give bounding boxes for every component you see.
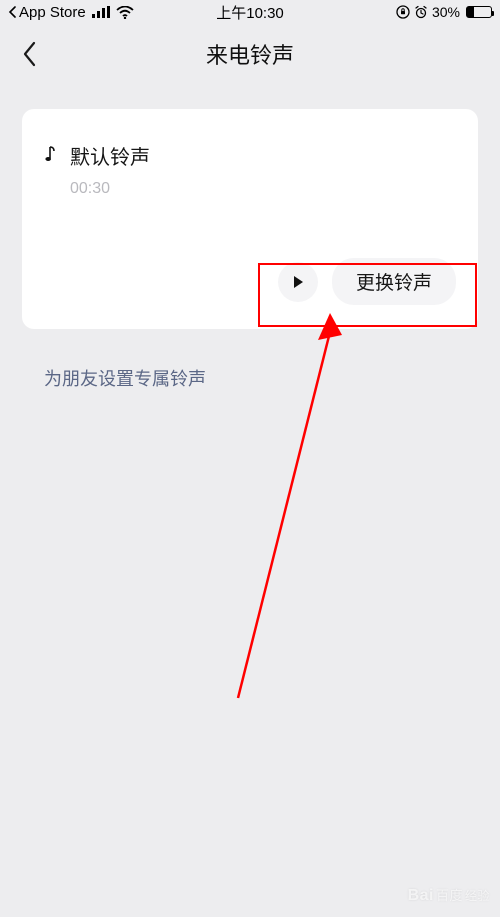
set-friend-ringtone-link[interactable]: 为朋友设置专属铃声 (44, 369, 206, 389)
status-left: App Store (8, 4, 134, 21)
wifi-icon (116, 6, 134, 19)
previous-app-pill[interactable]: App Store (8, 4, 86, 21)
cellular-icon (92, 6, 110, 18)
watermark-brand2: 百度 (436, 885, 463, 904)
watermark-sub: 经验 (465, 887, 490, 904)
card-actions: 更换铃声 (44, 258, 456, 305)
ringtone-name: 默认铃声 (70, 141, 150, 170)
ringtone-card: 默认铃声 00:30 更换铃声 (22, 109, 478, 329)
ringtone-row: 默认铃声 (44, 141, 456, 170)
status-time: 上午10:30 (216, 2, 284, 23)
back-button[interactable] (16, 40, 44, 68)
alarm-icon (414, 5, 428, 19)
play-button[interactable] (278, 262, 318, 302)
previous-app-label: App Store (19, 4, 86, 21)
status-right: 30% (396, 4, 492, 20)
battery-icon (466, 6, 492, 18)
music-note-icon (44, 145, 58, 168)
page-title: 来电铃声 (206, 38, 294, 70)
chevron-left-icon (22, 41, 38, 67)
status-bar: App Store 上午10:30 30% (0, 0, 500, 24)
chevron-left-icon (8, 6, 17, 18)
friend-ringtone-row: 为朋友设置专属铃声 (22, 365, 478, 391)
watermark: Bai 百度 经验 (408, 885, 490, 905)
orientation-lock-icon (396, 5, 410, 19)
watermark-brand: Bai (408, 887, 434, 905)
ringtone-duration: 00:30 (70, 180, 456, 198)
change-ringtone-button[interactable]: 更换铃声 (332, 258, 456, 305)
battery-percent-label: 30% (432, 4, 460, 20)
nav-bar: 来电铃声 (0, 24, 500, 84)
play-icon (290, 274, 306, 290)
